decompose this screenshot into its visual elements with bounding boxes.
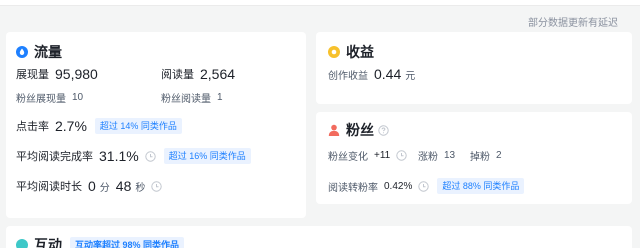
creation-income-label: 创作收益 [328,70,368,82]
duration-row: 平均阅读时长 0 分 48 秒 [16,178,163,194]
interaction-card: 互动 互动率超过 98% 同类作品 [6,226,632,248]
fan-change-row: 粉丝变化 +11 [328,148,407,163]
fan-reads-row: 粉丝阅读量 1 [161,90,223,105]
interaction-title-row: 互动 互动率超过 98% 同类作品 [16,235,185,248]
reads-label: 阅读量 [161,69,194,81]
fan-loss-value: 2 [496,150,502,161]
completion-label: 平均阅读完成率 [16,151,93,163]
data-delay-note: 部分数据更新有延迟 [528,18,618,29]
traffic-title-row: 流量 [16,42,62,62]
conversion-label: 阅读转粉率 [328,182,378,194]
fan-reads-value: 1 [217,92,223,103]
interaction-badge: 互动率超过 98% 同类作品 [70,237,185,248]
droplet-icon [16,46,28,58]
clock-icon[interactable] [151,180,163,192]
income-card: 收益 创作收益 0.44 元 [316,32,632,104]
top-bar [0,0,640,6]
duration-minutes-unit: 分 [99,182,110,194]
fan-impressions-value: 10 [72,92,84,103]
ctr-row: 点击率 2.7% 超过 14% 同类作品 [16,118,182,134]
conversion-badge: 超过 88% 同类作品 [437,178,525,194]
question-icon[interactable] [378,124,389,136]
traffic-card: 流量 展现量 95,980 阅读量 2,564 粉丝展现量 10 粉丝阅读量 1… [6,32,306,218]
fans-title: 粉丝 [346,122,374,138]
fan-loss-label: 掉粉 [470,152,490,163]
circle-icon [16,239,28,248]
fan-gain-label: 涨粉 [418,152,438,163]
fan-change-value: +11 [374,150,391,161]
fan-impressions-row: 粉丝展现量 10 [16,90,83,105]
duration-minutes: 0 [88,178,96,194]
impressions-label: 展现量 [16,69,49,81]
clock-icon[interactable] [418,180,430,192]
fan-gain-value: 13 [444,150,456,161]
impressions-row: 展现量 95,980 [16,66,98,82]
interaction-title: 互动 [34,237,62,248]
creation-income-value: 0.44 [374,66,402,82]
fans-title-row: 粉丝 [328,120,389,140]
reads-row: 阅读量 2,564 [161,66,235,82]
traffic-title: 流量 [34,44,62,60]
fan-change-label: 粉丝变化 [328,152,368,163]
reads-value: 2,564 [200,66,236,82]
fan-impressions-label: 粉丝展现量 [16,94,66,105]
income-title-row: 收益 [328,42,374,62]
ctr-value: 2.7% [55,118,87,134]
creation-income-row: 创作收益 0.44 元 [328,66,415,82]
duration-seconds-unit: 秒 [135,182,146,194]
income-title: 收益 [346,44,374,60]
duration-seconds: 48 [115,178,132,194]
creation-income-unit: 元 [405,70,416,82]
fans-card: 粉丝 粉丝变化 +11 涨粉 13 掉粉 2 阅读转粉率 0.42% 超过 88… [316,112,632,204]
conversion-value: 0.42% [384,180,413,192]
completion-row: 平均阅读完成率 31.1% 超过 16% 同类作品 [16,148,251,164]
ctr-badge: 超过 14% 同类作品 [94,118,182,134]
impressions-value: 95,980 [55,66,98,82]
duration-label: 平均阅读时长 [16,181,82,193]
completion-value: 31.1% [99,148,139,164]
clock-icon[interactable] [145,150,156,162]
ctr-label: 点击率 [16,121,49,133]
fan-reads-label: 粉丝阅读量 [161,94,211,105]
clock-icon[interactable] [396,150,407,161]
person-icon [328,124,340,136]
fan-gain-row: 涨粉 13 [418,148,455,163]
completion-badge: 超过 16% 同类作品 [163,148,251,164]
coin-icon [328,46,340,58]
fan-loss-row: 掉粉 2 [470,148,502,163]
conversion-row: 阅读转粉率 0.42% 超过 88% 同类作品 [328,178,525,194]
